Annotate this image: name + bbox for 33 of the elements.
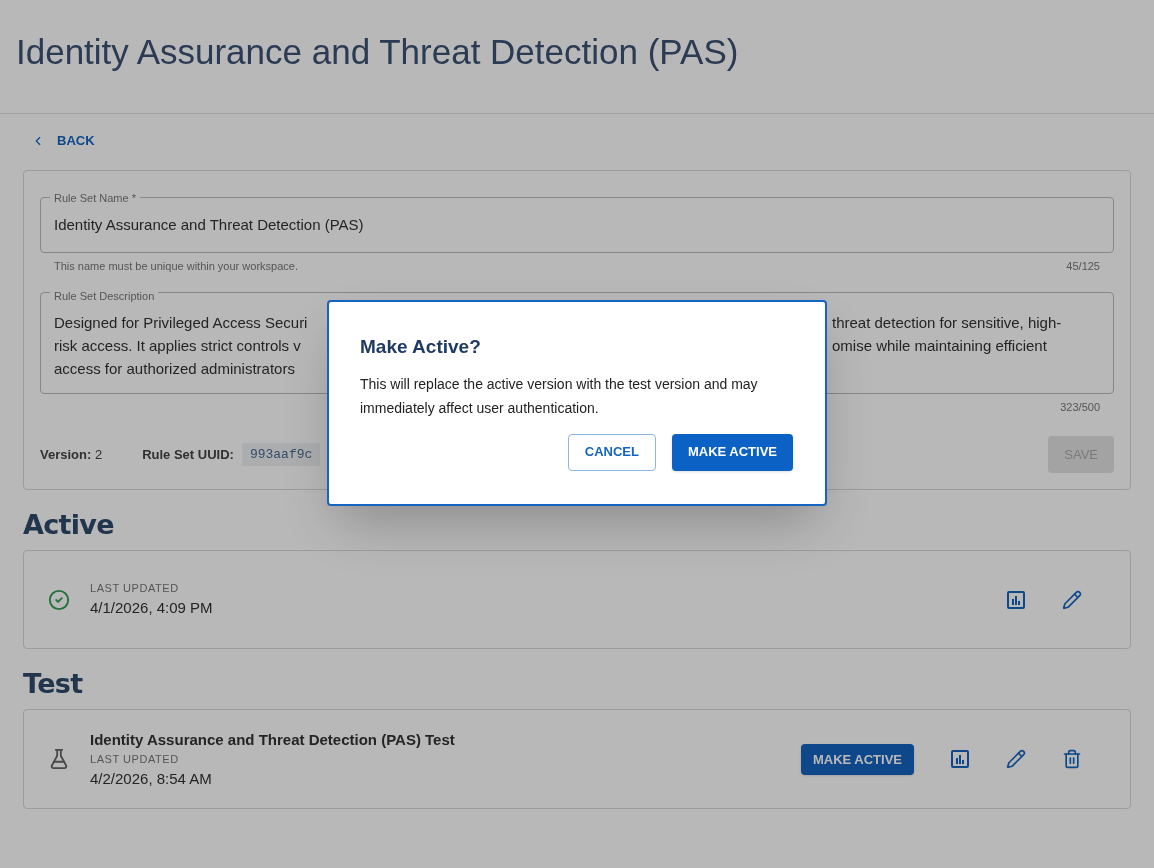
- cancel-button[interactable]: CANCEL: [567, 433, 656, 471]
- uuid-label: Rule Set UUID:: [142, 445, 234, 464]
- character-counter: 323/500: [1060, 400, 1100, 416]
- version-label: Version: 2: [40, 445, 103, 464]
- description-line: risk access. It applies strict controls v: [54, 336, 302, 357]
- status-label: LAST UPDATED: [90, 581, 180, 597]
- uuid-value: 993aaf9c: [241, 442, 321, 467]
- back-link[interactable]: BACK: [31, 131, 95, 151]
- page-title: Identity Assurance and Threat Detection (PAS): [16, 31, 739, 74]
- section-heading: Active: [23, 508, 115, 543]
- dialog-message: This will replace the active version with the test version and may immediately affect user authentication.: [360, 374, 759, 418]
- edit-icon[interactable]: [1062, 589, 1082, 610]
- description-line: omise while maintaining efficient: [832, 336, 1048, 357]
- check-circle-icon: [48, 588, 70, 611]
- description-line: access for authorized administrators: [54, 359, 296, 380]
- version-name: Identity Assurance and Threat Detection (PAS) Test: [90, 729, 455, 750]
- flask-icon: [48, 748, 70, 771]
- description-line: Designed for Privileged Access Securi: [54, 313, 308, 334]
- status-label: LAST UPDATED: [90, 752, 180, 767]
- updated-date: 4/2/2026, 8:54 AM: [90, 768, 213, 789]
- report-icon[interactable]: [950, 749, 970, 770]
- report-icon[interactable]: [1006, 589, 1026, 610]
- character-counter: 45/125: [1066, 258, 1100, 274]
- delete-icon[interactable]: [1062, 749, 1082, 770]
- helper-text: This name must be unique within your workspace.: [54, 258, 298, 274]
- dialog-title: Make Active?: [360, 335, 482, 359]
- make-active-button[interactable]: MAKE ACTIVE: [800, 743, 914, 775]
- section-heading: Test: [23, 667, 84, 702]
- field-value: Identity Assurance and Threat Detection (PAS): [54, 214, 364, 235]
- description-line: threat detection for sensitive, high-: [832, 313, 1063, 334]
- updated-date: 4/1/2026, 4:09 PM: [90, 597, 213, 618]
- confirm-button[interactable]: MAKE ACTIVE: [671, 433, 793, 471]
- edit-icon[interactable]: [1006, 749, 1026, 770]
